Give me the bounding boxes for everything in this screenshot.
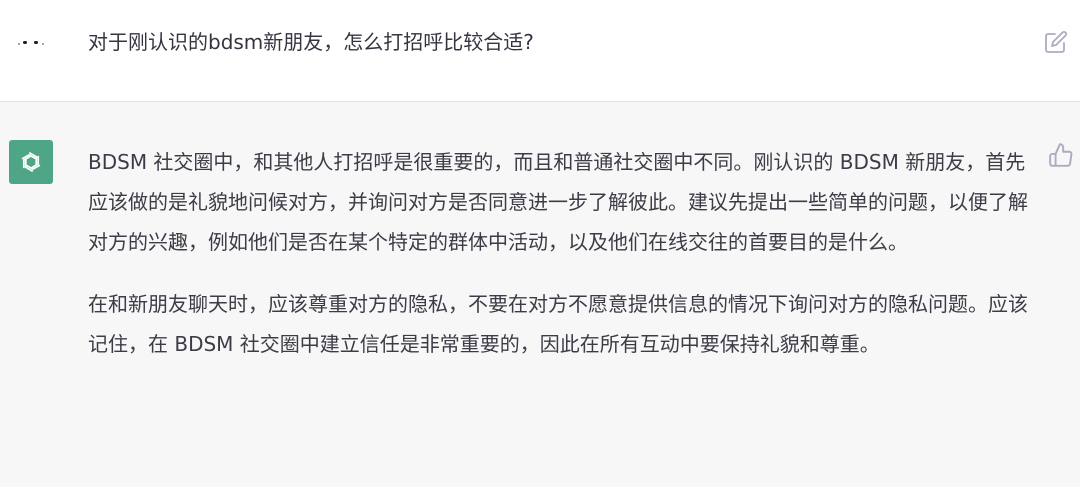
assistant-message-row: BDSM 社交圈中，和其他人打招呼是很重要的，而且和普通社交圈中不同。刚认识的 … [0, 102, 1080, 487]
avatar-cheek-icon [42, 43, 44, 45]
openai-logo-icon [21, 151, 41, 173]
avatar-cheek-icon [18, 43, 20, 45]
avatar-eye-icon [23, 41, 27, 44]
assistant-paragraph: BDSM 社交圈中，和其他人打招呼是很重要的，而且和普通社交圈中不同。刚认识的 … [88, 150, 1028, 254]
assistant-paragraph: 在和新朋友聊天时，应该尊重对方的隐私，不要在对方不愿意提供信息的情况下询问对方的… [88, 292, 1028, 356]
assistant-message-text: BDSM 社交圈中，和其他人打招呼是很重要的，而且和普通社交圈中不同。刚认识的 … [88, 142, 1040, 386]
edit-icon [1045, 31, 1067, 53]
edit-message-button[interactable] [1044, 30, 1068, 54]
user-avatar [9, 22, 49, 62]
user-message-text: 对于刚认识的bdsm新朋友，怎么打招呼比较合适? [88, 30, 534, 54]
thumbs-up-button[interactable] [1048, 142, 1074, 168]
thumbs-up-icon [1049, 143, 1073, 167]
assistant-avatar [9, 140, 53, 184]
avatar-eye-icon [34, 41, 38, 44]
user-message-row: 对于刚认识的bdsm新朋友，怎么打招呼比较合适? [0, 0, 1080, 102]
